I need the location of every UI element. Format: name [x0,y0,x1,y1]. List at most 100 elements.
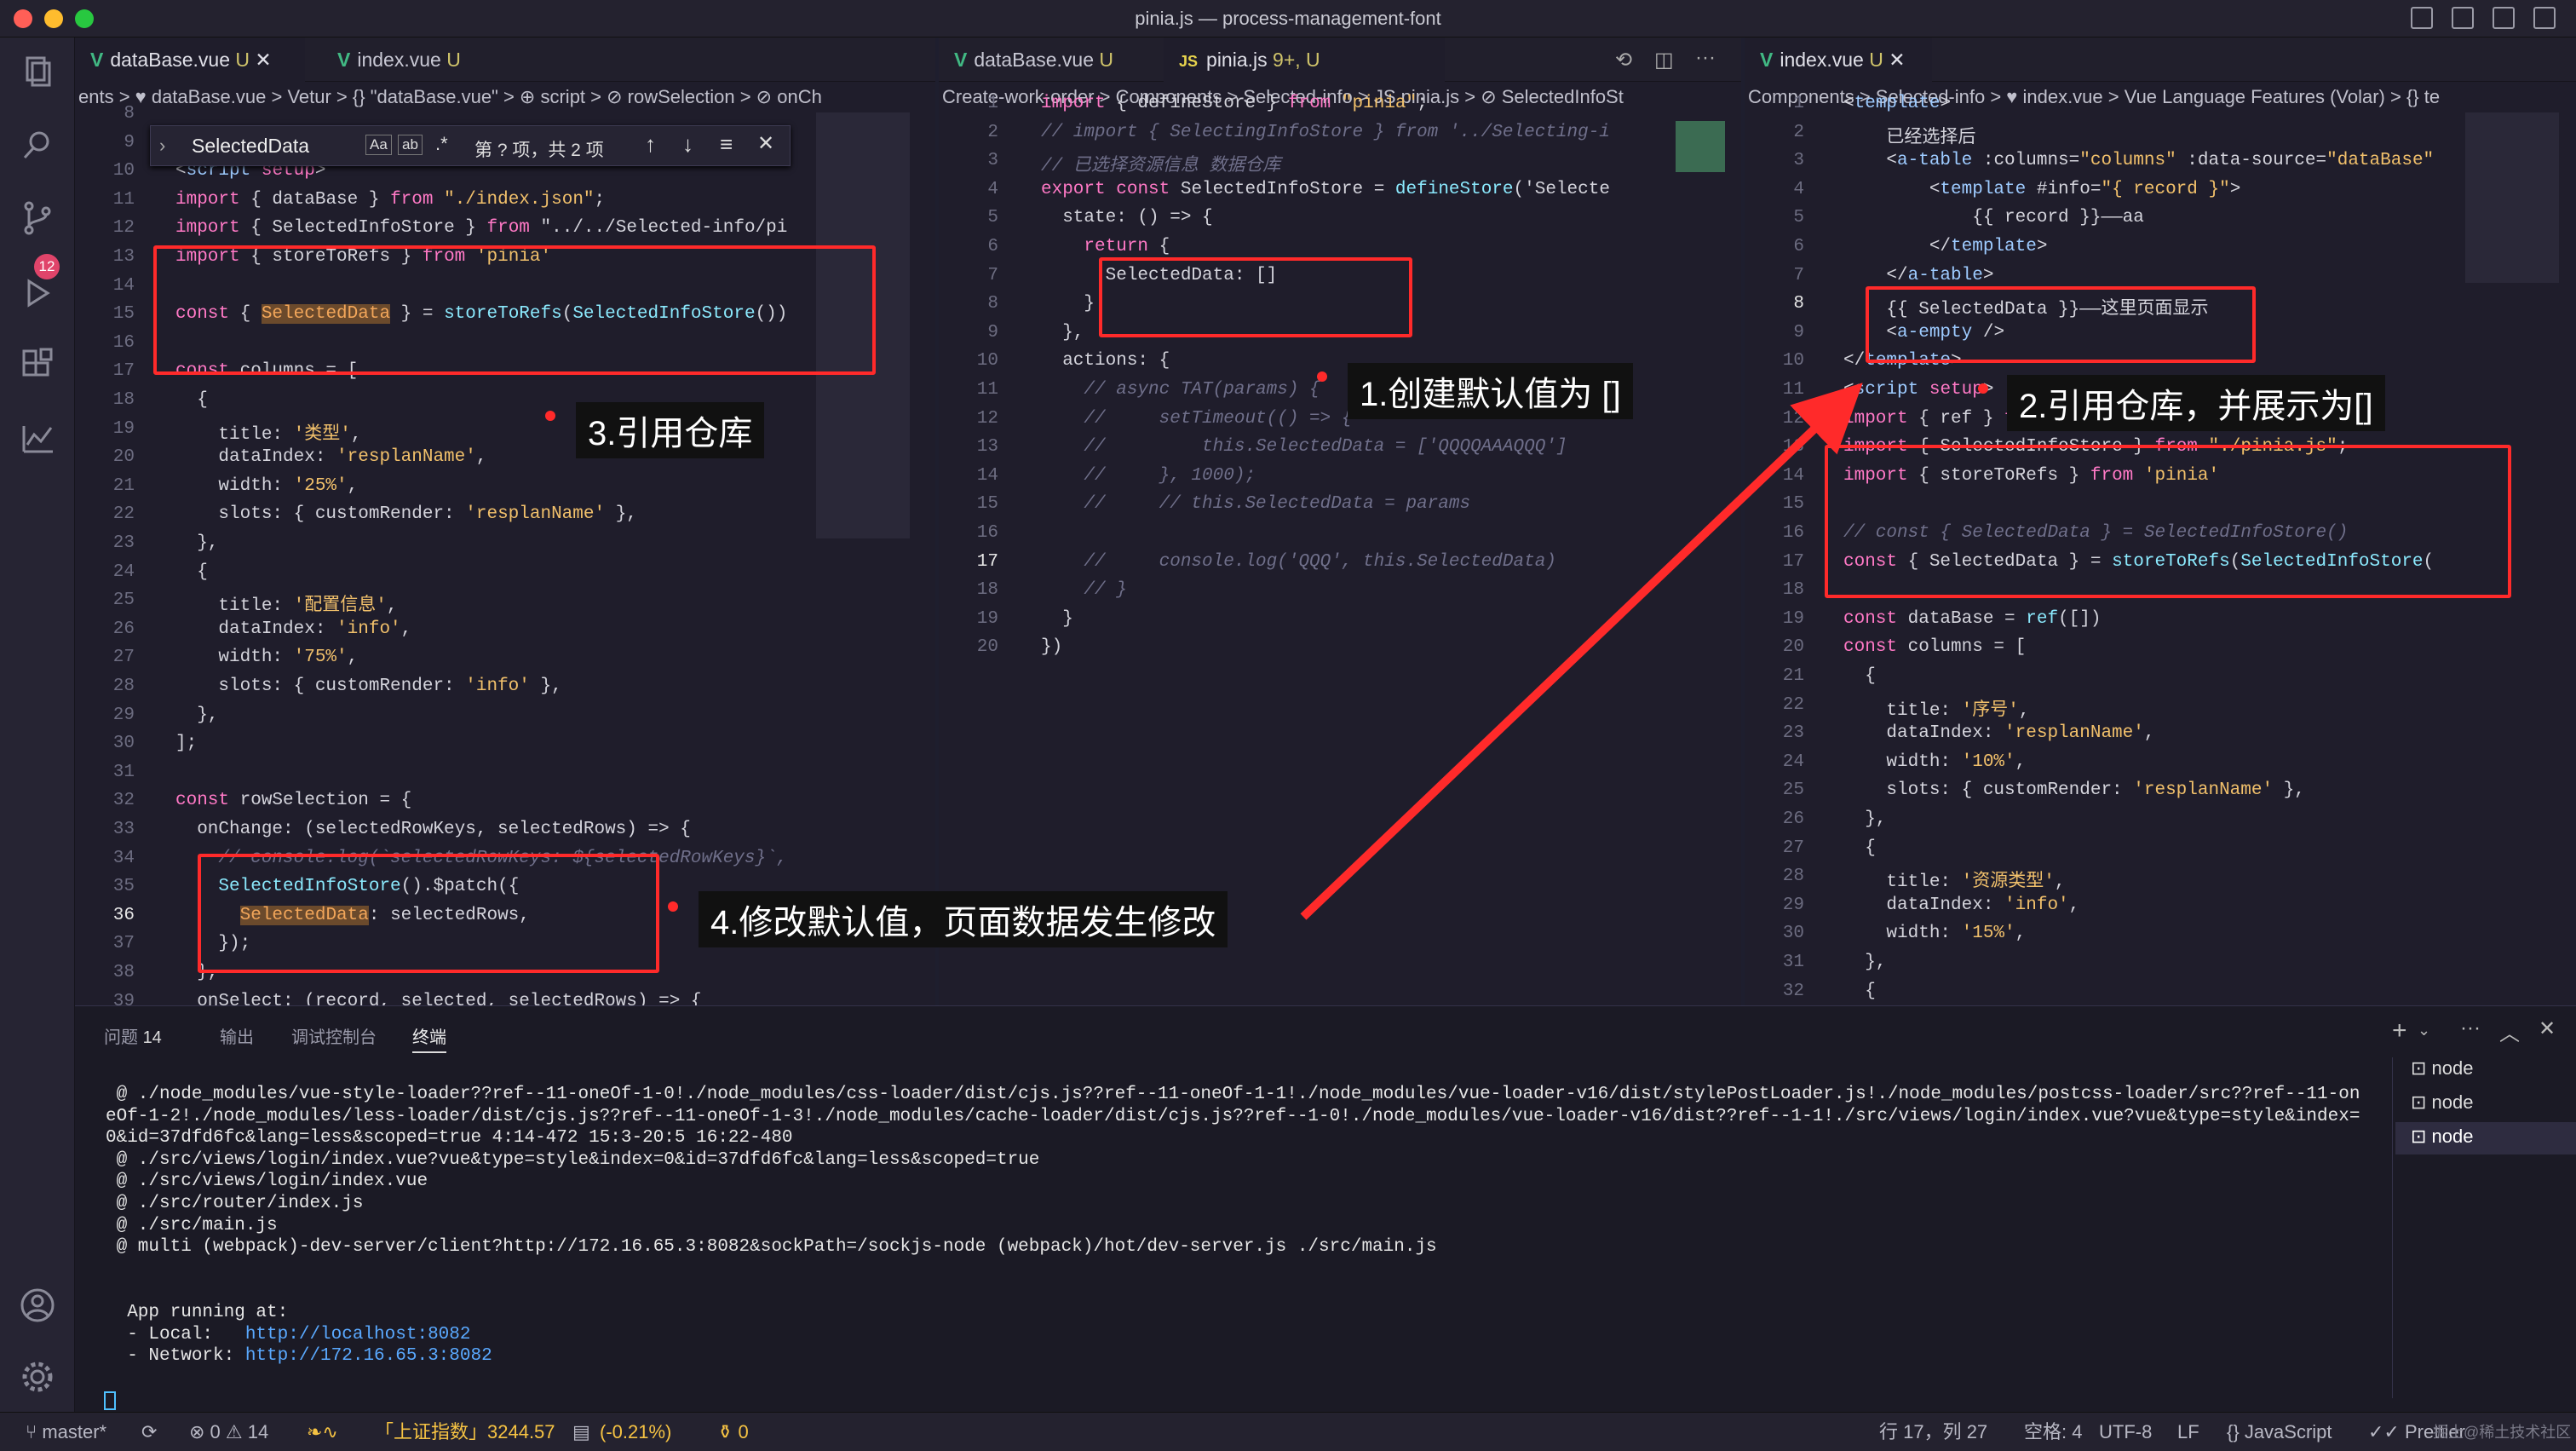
code-line[interactable]: ]; [175,734,197,753]
code-line[interactable]: slots: { customRender: 'resplanName' }, [175,504,637,524]
explorer-icon[interactable] [19,53,56,90]
minimap[interactable] [1676,121,1725,172]
code-line[interactable]: <template #info="{ record }"> [1843,180,2241,199]
sync-icon[interactable]: ⟳ [141,1413,157,1451]
close-tab-icon[interactable]: ✕ [255,49,271,71]
code-line[interactable]: }) [1041,637,1062,657]
code-line[interactable]: } [1041,294,1095,314]
cursor-position[interactable]: 行 17，列 27 [1879,1413,1987,1451]
language-mode[interactable]: {} JavaScript [2227,1413,2332,1451]
code-line[interactable]: }, [175,533,218,553]
terminal-list-item[interactable]: ⊡ node [2411,1091,2474,1114]
code-line[interactable]: import { SelectedInfoStore } from "../..… [175,218,787,238]
tab-piniajs[interactable]: JS pinia.js 9+, U [1164,37,1445,82]
code-line[interactable]: <a-table :columns="columns" :data-source… [1843,151,2434,170]
breadcrumb[interactable]: ents > ♥ dataBase.vue > Vetur > {} "data… [75,82,935,112]
code-line[interactable]: dataIndex: 'resplanName', [1843,723,2154,743]
code-area[interactable]: 1 import { defineStore } from "pinia"; 2 //… [939,94,1741,1005]
source-control-icon[interactable] [19,199,56,237]
charts-icon[interactable] [19,419,56,457]
tab-databasevue[interactable]: VdataBase.vue U ✕ [75,37,305,82]
terminal-list-item[interactable]: ⊡ node [2411,1057,2474,1080]
code-line[interactable]: state: () => { [1041,208,1212,227]
code-line[interactable]: } [1041,609,1073,629]
find-input[interactable]: SelectedData [192,135,309,158]
code-line[interactable]: // console.log('QQQ', this.SelectedData) [1041,552,1556,572]
code-line[interactable]: import { defineStore } from "pinia"; [1041,94,1428,113]
code-line[interactable]: // async TAT(params) { [1041,380,1320,400]
code-line[interactable]: </template> [1843,237,2048,256]
code-line[interactable]: title: '类型', [175,419,361,445]
encoding-status[interactable]: UTF-8 [2099,1413,2152,1451]
close-panel-icon[interactable]: ✕ [2539,1016,2556,1041]
code-line[interactable]: { [1843,838,1876,858]
run-debug-icon[interactable] [19,274,56,312]
code-line[interactable]: // this.SelectedData = ['QQQQAAAQQQ'] [1041,437,1567,457]
code-line[interactable]: // // this.SelectedData = params [1041,494,1470,514]
minimap[interactable] [2465,112,2559,283]
code-line[interactable]: // setTimeout(() => { [1041,409,1352,429]
network-url-link[interactable]: http://172.16.65.3:8082 [245,1346,492,1366]
maximize-panel-icon[interactable]: ︿ [2499,1016,2520,1046]
code-line[interactable]: export const SelectedInfoStore = defineS… [1041,180,1610,199]
close-find-icon[interactable]: ✕ [757,131,774,156]
code-line[interactable]: width: '75%', [175,648,358,667]
code-line[interactable]: </a-table> [1843,266,1993,285]
code-line[interactable]: // }, 1000); [1041,466,1256,486]
settings-icon[interactable] [19,1358,56,1396]
customize-layout-icon[interactable] [2533,7,2556,29]
indentation-status[interactable]: 空格: 4 [2024,1413,2082,1451]
code-line[interactable]: { [1843,982,1876,1001]
code-line[interactable]: title: '资源类型', [1843,867,2065,892]
split-editor-icon[interactable]: ◫ [1654,48,1674,72]
code-line[interactable]: import { dataBase } from "./index.json"; [175,190,605,210]
new-terminal-icon[interactable]: + [2392,1016,2407,1045]
code-line[interactable]: 已经选择后 [1843,123,1975,148]
account-icon[interactable] [19,1287,56,1324]
problems-status[interactable]: ⊗ 0 ⚠ 14 [189,1413,268,1451]
tab-indexvue[interactable]: Vindex.vue U [322,37,518,82]
code-line[interactable]: // } [1041,580,1126,600]
regex-toggle[interactable]: .* [435,133,448,155]
ports-status[interactable]: ⚱ 0 [717,1413,749,1451]
terminal-output[interactable]: @ ./node_modules/vue-style-loader??ref--… [75,1006,2392,1413]
more-actions-icon[interactable]: ··· [2460,1016,2481,1040]
toggle-replace-icon[interactable]: › [159,135,165,157]
branch-status[interactable]: ⑂ master* [26,1413,106,1451]
tab-indexvue[interactable]: Vindex.vue U ✕ [1745,37,1932,82]
code-line[interactable]: onChange: (selectedRowKeys, selectedRows… [175,820,691,839]
code-line[interactable]: // 已选择资源信息 数据仓库 [1041,151,1280,176]
code-line[interactable]: slots: { customRender: 'info' }, [175,677,561,696]
terminal-list-item-active[interactable]: ⊡ node [2411,1126,2474,1148]
eol-status[interactable]: LF [2177,1413,2199,1451]
code-line[interactable]: dataIndex: 'info', [1843,895,2079,915]
code-line[interactable]: { [1843,666,1876,686]
local-url-link[interactable]: http://localhost:8082 [245,1325,471,1344]
code-line[interactable]: dataIndex: 'resplanName', [175,447,486,467]
code-line[interactable]: title: '序号', [1843,695,2029,721]
code-line[interactable]: width: '15%', [1843,924,2026,943]
previous-match-icon[interactable]: ↑ [645,131,656,158]
code-line[interactable]: }, [1843,953,1886,972]
code-line[interactable]: }, [1041,323,1084,343]
code-line[interactable]: <template> [1843,94,1951,113]
more-actions-icon[interactable]: ··· [1695,46,1716,70]
compare-changes-icon[interactable]: ⟲ [1615,48,1632,72]
code-line[interactable]: const dataBase = ref([]) [1843,609,2101,629]
close-tab-icon[interactable]: ✕ [1889,49,1905,71]
code-line[interactable]: return { [1041,237,1170,256]
code-line[interactable]: }, [175,705,218,725]
tab-databasevue[interactable]: VdataBase.vue U [939,37,1159,82]
code-line[interactable]: }, [1843,809,1886,829]
find-in-selection-icon[interactable]: ≡ [720,131,733,158]
code-line[interactable]: // import { SelectingInfoStore } from '.… [1041,123,1610,142]
match-word-toggle[interactable]: ab [398,135,423,155]
toggle-secondary-sidebar-icon[interactable] [2493,7,2515,29]
search-icon[interactable] [19,126,56,164]
match-case-toggle[interactable]: Aa [365,135,392,155]
code-line[interactable]: { [175,390,208,410]
code-line[interactable]: {{ record }}——aa [1843,208,2144,227]
code-line[interactable]: <script setup> [1843,380,1993,400]
toggle-sidebar-icon[interactable] [2411,7,2433,29]
extensions-icon[interactable] [19,346,56,383]
